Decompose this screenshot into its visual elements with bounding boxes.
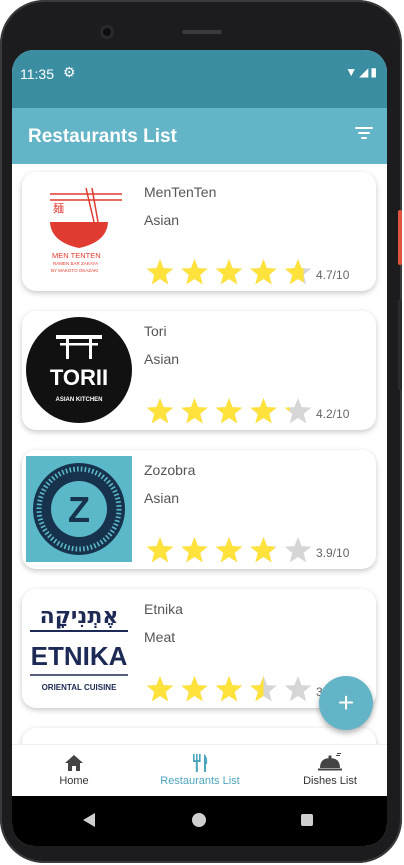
star-filled-icon xyxy=(181,398,208,424)
restaurant-cuisine: Meat xyxy=(144,629,176,645)
restaurant-card[interactable]: 麺 MEN TENTEN RAMEN BAR ZAKAYA BY MAKOTO … xyxy=(22,172,376,291)
star-filled-icon xyxy=(215,537,243,563)
logo-hebrew: אֶתְנִיקָה xyxy=(40,604,119,629)
star-filled-icon xyxy=(215,676,243,702)
star-filled-icon xyxy=(181,676,208,702)
gear-icon: ⚙ xyxy=(63,64,76,80)
power-button xyxy=(398,210,402,265)
restaurant-list[interactable]: 麺 MEN TENTEN RAMEN BAR ZAKAYA BY MAKOTO … xyxy=(12,164,387,744)
nav-dishes-label: Dishes List xyxy=(303,775,357,787)
status-bar: 11:35 ⚙ ▼◢▮ xyxy=(12,50,387,108)
star-filled-icon xyxy=(250,259,277,285)
restaurant-card[interactable]: Z Zozobra Asian 3.9/10 xyxy=(22,450,376,569)
back-icon[interactable] xyxy=(83,813,95,827)
restaurant-logo: 麺 MEN TENTEN RAMEN BAR ZAKAYA BY MAKOTO … xyxy=(26,178,132,284)
restaurant-cuisine: Asian xyxy=(144,490,180,506)
logo-text: Z xyxy=(68,489,90,530)
filter-icon[interactable] xyxy=(353,124,375,144)
camera-icon xyxy=(100,25,114,39)
logo-subtext: BY MAKOTO OKAZAKI xyxy=(51,268,98,273)
star-filled-icon xyxy=(181,537,208,563)
page-title: Restaurants List xyxy=(28,126,177,147)
logo-subtext: RAMEN BAR ZAKAYA xyxy=(53,261,98,266)
nav-restaurants-label: Restaurants List xyxy=(160,775,240,787)
star-empty-icon xyxy=(284,537,312,563)
logo-subtext: ASIAN KITCHEN xyxy=(55,397,102,403)
star-filled-icon xyxy=(215,259,243,285)
logo-subtext: ORIENTAL CUISINE xyxy=(42,683,117,692)
star-empty-icon xyxy=(284,676,312,702)
star-filled-icon xyxy=(146,676,174,702)
restaurant-logo: אֶתְנִיקָה ETNIKA ORIENTAL CUISINE xyxy=(26,595,132,701)
bottom-navigation: Home Restaurants List Dishes List xyxy=(12,744,387,797)
restaurant-card[interactable]: TORII ASIAN KITCHEN Tori Asian 4.2/10 xyxy=(22,311,376,430)
star-rating xyxy=(146,537,312,563)
logo-kanji: 麺 xyxy=(53,202,64,215)
star-rating xyxy=(146,676,312,702)
star-filled-icon xyxy=(181,259,208,285)
star-filled-icon xyxy=(146,398,174,424)
star-filled-icon xyxy=(215,398,243,424)
restaurant-logo: TORII ASIAN KITCHEN xyxy=(26,317,132,423)
star-filled-icon xyxy=(250,398,277,424)
star-filled-icon xyxy=(250,537,275,563)
restaurant-icon xyxy=(193,754,208,772)
star-filled-icon xyxy=(146,537,174,563)
nav-dishes-list[interactable]: Dishes List xyxy=(280,745,380,797)
rating-text: 4.7/10 xyxy=(316,268,350,282)
status-time: 11:35 xyxy=(20,66,54,82)
add-restaurant-button[interactable]: + xyxy=(319,676,373,730)
home-icon xyxy=(65,755,83,771)
restaurant-cuisine: Asian xyxy=(144,351,180,367)
nav-home-label: Home xyxy=(59,775,89,787)
logo-text: ETNIKA xyxy=(31,641,128,671)
restaurant-logo: Z xyxy=(26,456,132,562)
nav-home[interactable]: Home xyxy=(32,745,116,797)
restaurant-name: Tori xyxy=(144,323,167,339)
rating-text: 3.9/10 xyxy=(316,546,350,560)
cloche-icon xyxy=(318,753,342,771)
logo-text: TORII xyxy=(50,365,108,390)
restaurant-card[interactable] xyxy=(22,728,376,744)
restaurant-name: Etnika xyxy=(144,601,183,617)
system-navigation-bar xyxy=(12,796,387,846)
logo-text: MEN TENTEN xyxy=(52,251,101,260)
star-rating xyxy=(146,398,312,424)
star-rating xyxy=(146,259,312,285)
star-filled-icon xyxy=(146,259,174,285)
rating-text: 4.2/10 xyxy=(316,407,350,421)
app-bar: Restaurants List xyxy=(12,108,387,164)
restaurant-cuisine: Asian xyxy=(144,212,180,228)
phone-frame: 11:35 ⚙ ▼◢▮ Restaurants List 麺 MEN TENTE… xyxy=(0,0,402,863)
volume-button xyxy=(398,300,402,390)
nav-restaurants-list[interactable]: Restaurants List xyxy=(144,745,256,797)
home-button-icon[interactable] xyxy=(192,813,206,827)
signal-battery-icons: ▼◢▮ xyxy=(345,65,379,79)
restaurant-name: MenTenTen xyxy=(144,184,217,200)
recents-icon[interactable] xyxy=(301,814,313,826)
screen: 11:35 ⚙ ▼◢▮ Restaurants List 麺 MEN TENTE… xyxy=(12,50,387,846)
speaker-grille xyxy=(182,30,222,34)
restaurant-name: Zozobra xyxy=(144,462,196,478)
